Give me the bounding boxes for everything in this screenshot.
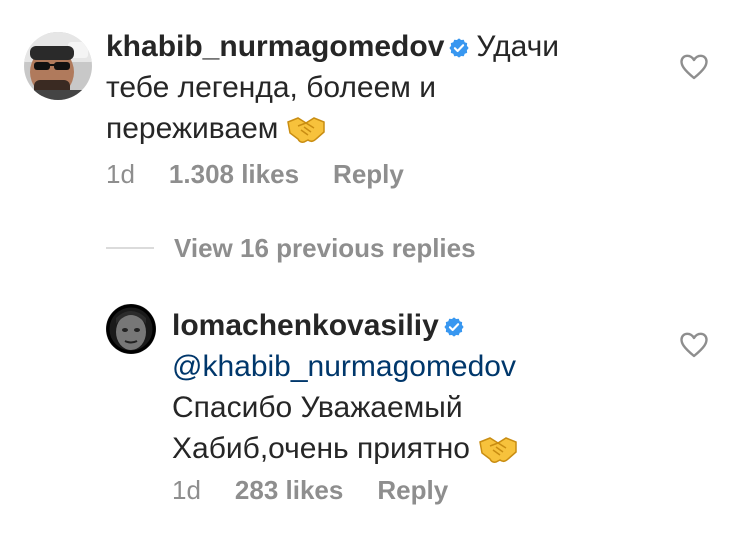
comment-time[interactable]: 1d <box>172 475 201 506</box>
avatar[interactable] <box>24 32 92 100</box>
comment-text-line: Удачи <box>476 30 560 63</box>
view-previous-replies-button[interactable]: View 16 previous replies <box>106 230 476 266</box>
comment-meta: 1d 283 likes Reply <box>172 475 448 506</box>
mention-link[interactable]: @khabib_nurmagomedov <box>172 350 516 383</box>
user-avatar-sunglasses-icon <box>24 32 92 100</box>
handshake-emoji-icon <box>287 117 326 143</box>
comment-meta: 1d 1.308 likes Reply <box>106 159 404 190</box>
verified-badge-icon <box>444 317 464 337</box>
handshake-emoji-icon <box>479 437 517 463</box>
user-avatar-bw-icon <box>106 304 156 354</box>
verified-badge-icon <box>449 38 470 58</box>
divider-line <box>106 247 154 249</box>
comment-username[interactable]: lomachenkovasiliy <box>172 309 439 342</box>
comment-text-line: Хабиб,очень приятно <box>172 432 470 465</box>
comment-body: lomachenkovasiliy @khabib_nurmagomedov С… <box>172 305 672 469</box>
comment-body: khabib_nurmagomedov Удачи тебе легенда, б… <box>106 26 626 149</box>
heart-outline-icon[interactable] <box>680 54 708 80</box>
reply-button[interactable]: Reply <box>377 475 448 506</box>
avatar[interactable] <box>106 304 156 354</box>
comment-time[interactable]: 1d <box>106 159 135 190</box>
comment-text-line: тебе легенда, болеем и <box>106 71 436 104</box>
comment-username[interactable]: khabib_nurmagomedov <box>106 30 444 63</box>
likes-count[interactable]: 283 likes <box>235 475 343 506</box>
view-replies-label[interactable]: View 16 previous replies <box>174 233 476 264</box>
comment-text-line: Спасибо Уважаемый <box>172 391 463 424</box>
likes-count[interactable]: 1.308 likes <box>169 159 299 190</box>
comment-text-line: переживаем <box>106 112 279 145</box>
heart-outline-icon[interactable] <box>680 332 708 358</box>
reply-button[interactable]: Reply <box>333 159 404 190</box>
